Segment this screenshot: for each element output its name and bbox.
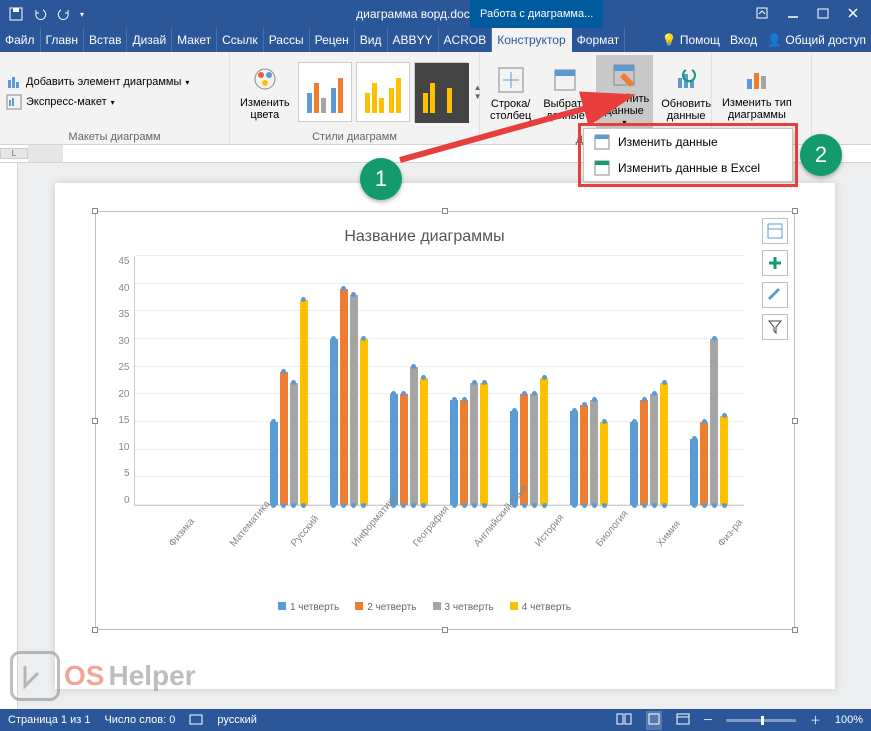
bar-group[interactable] <box>270 256 308 505</box>
refresh-data-button[interactable]: Обновить данные <box>657 60 715 126</box>
share-button[interactable]: 👤 Общий доступ <box>762 28 871 52</box>
document-page: Название диаграммы 454035302520151050 Фи… <box>55 183 835 689</box>
bar-group[interactable] <box>570 256 608 505</box>
zoom-level[interactable]: 100% <box>835 714 863 726</box>
tab-встав[interactable]: Встав <box>84 28 127 52</box>
style-gallery-3[interactable] <box>414 62 468 122</box>
tab-abbyy[interactable]: ABBYY <box>388 28 439 52</box>
ribbon-collapse-icon[interactable] <box>755 6 769 23</box>
chart-filter-icon[interactable] <box>762 314 788 340</box>
bar-group[interactable] <box>450 256 488 505</box>
legend-item[interactable]: 1 четверть <box>278 602 339 613</box>
bar-group[interactable] <box>150 256 188 505</box>
tab-дизай[interactable]: Дизай <box>127 28 172 52</box>
tab-вид[interactable]: Вид <box>355 28 388 52</box>
tab-макет[interactable]: Макет <box>172 28 217 52</box>
contextual-tab-label: Работа с диаграмма... <box>470 0 603 28</box>
edit-data-button[interactable]: Изменить данные▾ <box>596 55 654 132</box>
chart-layout-icon[interactable] <box>762 218 788 244</box>
add-chart-element-button[interactable]: Добавить элемент диаграммы ▾ <box>6 74 189 90</box>
zoom-in-icon[interactable]: ＋ <box>810 712 821 728</box>
chart-brush-icon[interactable] <box>762 282 788 308</box>
bar-group[interactable] <box>630 256 668 505</box>
tab-главн[interactable]: Главн <box>41 28 85 52</box>
callout-2: 2 <box>800 134 842 176</box>
status-words[interactable]: Число слов: 0 <box>104 714 175 726</box>
legend-item[interactable]: 2 четверть <box>355 602 416 613</box>
help-button[interactable]: 💡 Помощ <box>657 28 725 52</box>
vertical-ruler[interactable] <box>0 163 18 709</box>
window-title: диаграмма ворд.docx - Word <box>0 7 871 21</box>
legend[interactable]: 1 четверть 2 четверть 3 четверть 4 четверть <box>106 566 744 619</box>
undo-icon[interactable] <box>32 6 48 22</box>
edit-data-dropdown: Изменить данные Изменить данные в Excel <box>583 128 793 182</box>
qat-more-icon[interactable]: ▾ <box>80 10 84 19</box>
style-gallery-1[interactable] <box>298 62 352 122</box>
tab-selector[interactable]: L <box>0 148 28 159</box>
group-label: Макеты диаграмм <box>6 129 223 143</box>
proofing-icon[interactable] <box>189 712 203 729</box>
plot-area[interactable] <box>134 256 744 506</box>
tab-формат[interactable]: Формат <box>572 28 626 52</box>
watermark: OSHelper <box>10 651 196 701</box>
edit-data-excel-item[interactable]: Изменить данные в Excel <box>584 155 792 181</box>
chart-title[interactable]: Название диаграммы <box>106 222 744 256</box>
minimize-icon[interactable] <box>787 7 799 22</box>
legend-item[interactable]: 4 четверть <box>510 602 571 613</box>
save-icon[interactable] <box>8 6 24 22</box>
close-icon[interactable] <box>847 7 859 22</box>
login-button[interactable]: Вход <box>725 28 762 52</box>
bar-group[interactable] <box>330 256 368 505</box>
redo-icon[interactable] <box>56 6 72 22</box>
change-chart-type-button[interactable]: Изменить тип диаграммы <box>718 59 796 125</box>
row-column-button[interactable]: Строка/ столбец <box>486 60 535 126</box>
tab-рецен[interactable]: Рецен <box>310 28 355 52</box>
style-gallery-2[interactable] <box>356 62 410 122</box>
bar-group[interactable] <box>210 256 248 505</box>
x-axis: ФизикаМатематикаРусскийИнформатикаГеогра… <box>106 506 744 566</box>
tab-конструктор[interactable]: Конструктор <box>492 28 571 52</box>
change-colors-button[interactable]: Изменить цвета <box>236 59 294 125</box>
bar-group[interactable] <box>690 256 728 505</box>
view-web-icon[interactable] <box>676 713 690 728</box>
express-layout-button[interactable]: Экспресс-макет ▾ <box>6 94 189 110</box>
chart-plus-icon[interactable] <box>762 250 788 276</box>
edit-data-item[interactable]: Изменить данные <box>584 129 792 155</box>
callout-1: 1 <box>360 158 402 200</box>
bar-group[interactable] <box>390 256 428 505</box>
tab-ссылк[interactable]: Ссылк <box>217 28 264 52</box>
bar-group[interactable] <box>510 256 548 505</box>
y-axis: 454035302520151050 <box>106 256 134 506</box>
group-label: Стили диаграмм <box>236 129 473 143</box>
tab-файл[interactable]: Файл <box>0 28 41 52</box>
select-data-button[interactable]: Выбрать данные <box>539 60 591 126</box>
view-read-icon[interactable] <box>616 713 632 728</box>
zoom-slider[interactable] <box>726 719 796 722</box>
tab-рассы[interactable]: Рассы <box>264 28 310 52</box>
view-print-icon[interactable] <box>646 711 662 730</box>
tab-acrob[interactable]: ACROB <box>439 28 493 52</box>
status-page[interactable]: Страница 1 из 1 <box>8 714 90 726</box>
zoom-out-icon[interactable]: ─ <box>704 714 712 726</box>
maximize-icon[interactable] <box>817 7 829 22</box>
legend-item[interactable]: 3 четверть <box>433 602 494 613</box>
chart-object[interactable]: Название диаграммы 454035302520151050 Фи… <box>95 211 795 630</box>
status-lang[interactable]: русский <box>217 714 256 726</box>
